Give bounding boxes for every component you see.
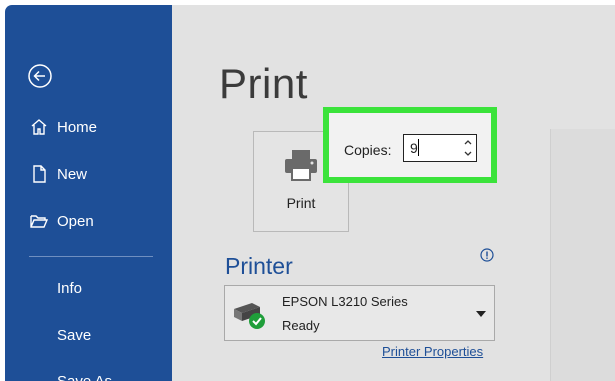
- chevron-down-icon: [476, 311, 486, 317]
- sidebar-item-info[interactable]: Info: [5, 274, 172, 304]
- print-button-label: Print: [286, 195, 316, 211]
- copies-label: Copies:: [344, 142, 392, 158]
- chevron-down-icon[interactable]: [462, 148, 474, 159]
- back-button[interactable]: [27, 63, 53, 89]
- printer-ready-icon: [234, 303, 265, 329]
- sidebar-item-label: Save As: [57, 373, 112, 381]
- sidebar-item-save[interactable]: Save: [5, 321, 172, 351]
- sidebar-item-label: Save: [57, 327, 92, 344]
- sidebar: Home New Open Info Save Save As: [5, 5, 172, 381]
- printer-status: Ready: [282, 318, 320, 333]
- sidebar-item-label: New: [57, 166, 88, 183]
- sidebar-item-home[interactable]: Home: [5, 113, 172, 143]
- printer-properties-link[interactable]: Printer Properties: [382, 344, 483, 359]
- sidebar-item-label: Open: [57, 213, 94, 230]
- print-backstage-window: Home New Open Info Save Save As Print: [0, 0, 615, 381]
- copies-value: 9: [410, 140, 418, 156]
- chevron-up-icon[interactable]: [462, 137, 474, 148]
- printer-dropdown[interactable]: EPSON L3210 Series Ready: [224, 285, 495, 341]
- printer-name: EPSON L3210 Series: [282, 294, 408, 309]
- printer-icon: [285, 150, 317, 181]
- print-pane: Print Print Copies: 9 Printer EPSON L321…: [172, 5, 615, 381]
- sidebar-item-label: Home: [57, 119, 98, 136]
- sidebar-item-label: Info: [57, 280, 83, 297]
- new-document-icon: [33, 165, 46, 183]
- printer-section-title: Printer: [225, 253, 293, 279]
- back-arrow-icon: [28, 64, 52, 88]
- preview-panel: [550, 129, 615, 381]
- open-folder-icon: [30, 215, 49, 228]
- copies-stepper[interactable]: 9: [403, 134, 477, 162]
- text-caret: [418, 139, 419, 156]
- home-icon: [31, 119, 47, 135]
- info-icon[interactable]: [480, 248, 494, 262]
- copies-highlight: Copies: 9: [323, 107, 497, 183]
- page-title: Print: [219, 60, 308, 107]
- sidebar-divider: [29, 256, 153, 257]
- sidebar-item-open[interactable]: Open: [5, 207, 172, 237]
- sidebar-item-save-as[interactable]: Save As: [5, 367, 172, 381]
- sidebar-item-new[interactable]: New: [5, 160, 172, 190]
